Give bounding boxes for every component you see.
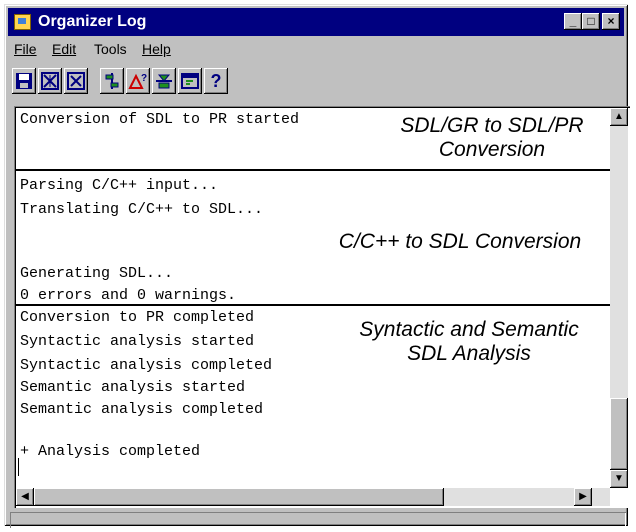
menu-file[interactable]: File bbox=[14, 41, 37, 57]
section-divider bbox=[16, 169, 610, 171]
horizontal-scrollbar[interactable]: ◀ ▶ bbox=[16, 488, 610, 506]
organizer-view-icon bbox=[105, 73, 119, 89]
toolbar: ? ? bbox=[8, 62, 624, 102]
horizontal-scroll-thumb[interactable] bbox=[34, 488, 444, 506]
scroll-left-button[interactable]: ◀ bbox=[16, 488, 34, 506]
log-line: Generating SDL... bbox=[20, 265, 174, 282]
close-button[interactable]: × bbox=[602, 13, 620, 30]
editor-icon bbox=[181, 73, 199, 89]
save-button[interactable] bbox=[12, 68, 36, 94]
window-title: Organizer Log bbox=[38, 13, 147, 30]
annotation-sdl-gr-to-pr: SDL/GR to SDL/PR Conversion bbox=[400, 114, 584, 161]
maximize-button[interactable]: □ bbox=[582, 13, 600, 30]
help-button[interactable]: ? bbox=[204, 68, 228, 94]
help-icon: ? bbox=[210, 70, 222, 91]
log-line: Translating C/C++ to SDL... bbox=[20, 201, 264, 218]
menu-edit[interactable]: Edit bbox=[52, 41, 76, 57]
browse-icon bbox=[156, 74, 172, 89]
svg-text:?: ? bbox=[141, 73, 147, 84]
close-log-button[interactable] bbox=[64, 68, 88, 94]
vertical-scrollbar[interactable]: ▲ ▼ bbox=[610, 108, 628, 488]
analyze-button[interactable]: ? bbox=[126, 68, 150, 94]
scroll-down-button[interactable]: ▼ bbox=[610, 470, 628, 488]
log-line: Semantic analysis started bbox=[20, 379, 246, 396]
clear-all-button[interactable] bbox=[38, 68, 62, 94]
log-line: Semantic analysis completed bbox=[20, 401, 264, 418]
organizer-app-icon bbox=[14, 14, 31, 30]
editor-button[interactable] bbox=[178, 68, 202, 94]
menu-tools[interactable]: Tools bbox=[94, 41, 127, 57]
menu-help[interactable]: Help bbox=[142, 41, 171, 57]
log-line: + Analysis completed bbox=[20, 443, 201, 460]
log-text-area[interactable]: Conversion of SDL to PR started SDL/GR t… bbox=[14, 106, 630, 508]
status-bar bbox=[10, 512, 626, 528]
organizer-view-button[interactable] bbox=[100, 68, 124, 94]
log-line: Conversion to PR completed bbox=[20, 309, 255, 326]
clear-all-icon bbox=[41, 72, 59, 90]
scroll-right-button[interactable]: ▶ bbox=[574, 488, 592, 506]
analyze-icon: ? bbox=[128, 73, 147, 89]
save-icon bbox=[16, 73, 32, 89]
text-caret bbox=[18, 458, 19, 476]
log-line: 0 errors and 0 warnings. bbox=[20, 287, 237, 304]
close-log-icon bbox=[67, 72, 85, 90]
log-line: Syntactic analysis started bbox=[20, 333, 255, 350]
browse-button[interactable] bbox=[152, 68, 176, 94]
log-line: Parsing C/C++ input... bbox=[20, 177, 219, 194]
vertical-scroll-thumb[interactable] bbox=[610, 398, 628, 470]
organizer-log-window: Organizer Log _ □ × File Edit Tools Help bbox=[4, 4, 630, 528]
title-bar[interactable]: Organizer Log _ □ × bbox=[8, 8, 624, 36]
annotation-c-to-sdl: C/C++ to SDL Conversion bbox=[338, 230, 582, 253]
scroll-up-button[interactable]: ▲ bbox=[610, 108, 628, 126]
log-line: Syntactic analysis completed bbox=[20, 357, 273, 374]
log-line: Conversion of SDL to PR started bbox=[20, 111, 300, 128]
minimize-button[interactable]: _ bbox=[564, 13, 582, 30]
section-divider bbox=[16, 304, 610, 306]
annotation-syntactic-semantic: Syntactic and Semantic SDL Analysis bbox=[359, 318, 579, 365]
menu-bar: File Edit Tools Help bbox=[8, 38, 624, 60]
